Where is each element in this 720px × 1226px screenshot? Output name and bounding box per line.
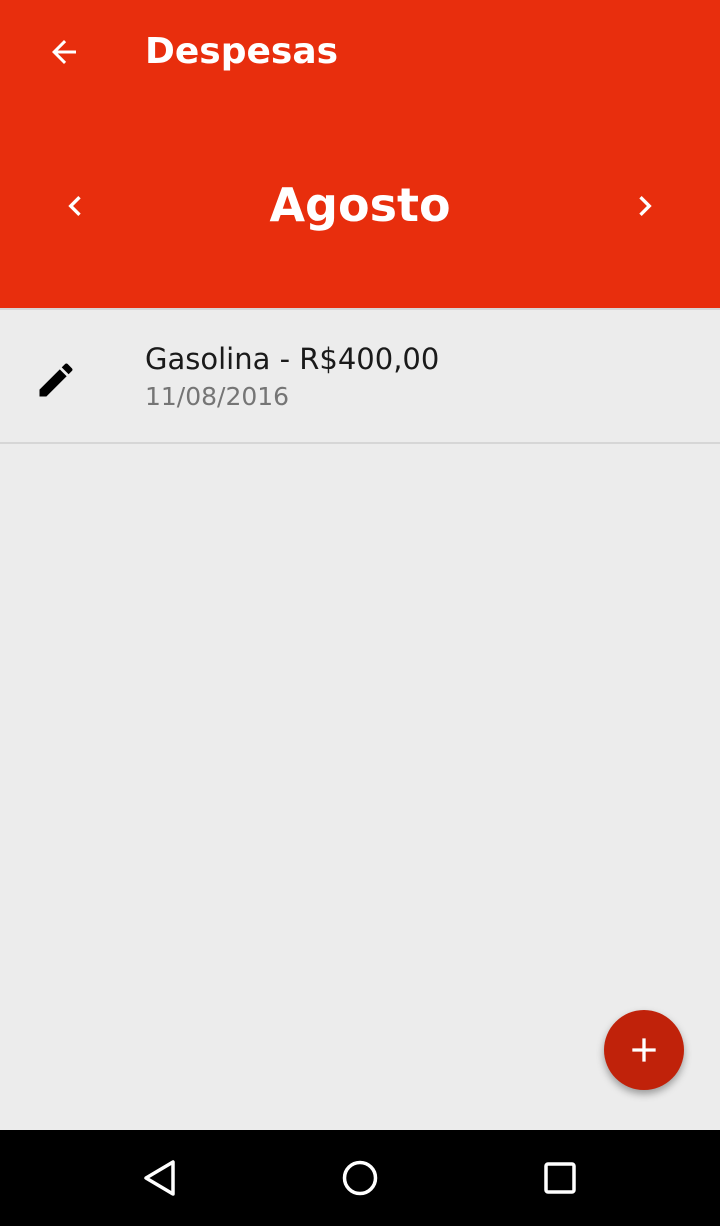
nav-back-button[interactable] <box>130 1148 190 1208</box>
expense-list-item[interactable]: Gasolina - R$400,00 11/08/2016 <box>0 308 720 444</box>
plus-icon <box>632 1038 656 1062</box>
page-title: Despesas <box>145 31 339 72</box>
system-navigation-bar <box>0 1130 720 1226</box>
arrow-back-icon <box>52 40 76 64</box>
nav-recents-button[interactable] <box>530 1148 590 1208</box>
add-expense-button[interactable] <box>604 1010 684 1090</box>
nav-home-icon <box>342 1160 378 1196</box>
nav-home-button[interactable] <box>330 1148 390 1208</box>
nav-back-icon <box>144 1160 175 1196</box>
edit-expense-button[interactable] <box>32 356 80 404</box>
expense-date: 11/08/2016 <box>145 382 290 411</box>
next-month-button[interactable] <box>621 182 669 230</box>
previous-month-button[interactable] <box>51 182 99 230</box>
chevron-left-icon <box>68 196 81 216</box>
expense-list: Gasolina - R$400,00 11/08/2016 <box>0 308 720 444</box>
back-button[interactable] <box>40 28 88 76</box>
chevron-right-icon <box>639 196 652 216</box>
month-label: Agosto <box>269 178 451 232</box>
app-bar: Despesas Agosto <box>0 0 720 308</box>
expense-title: Gasolina - R$400,00 <box>145 342 440 376</box>
pencil-icon <box>39 363 73 397</box>
nav-recents-icon <box>544 1162 576 1194</box>
